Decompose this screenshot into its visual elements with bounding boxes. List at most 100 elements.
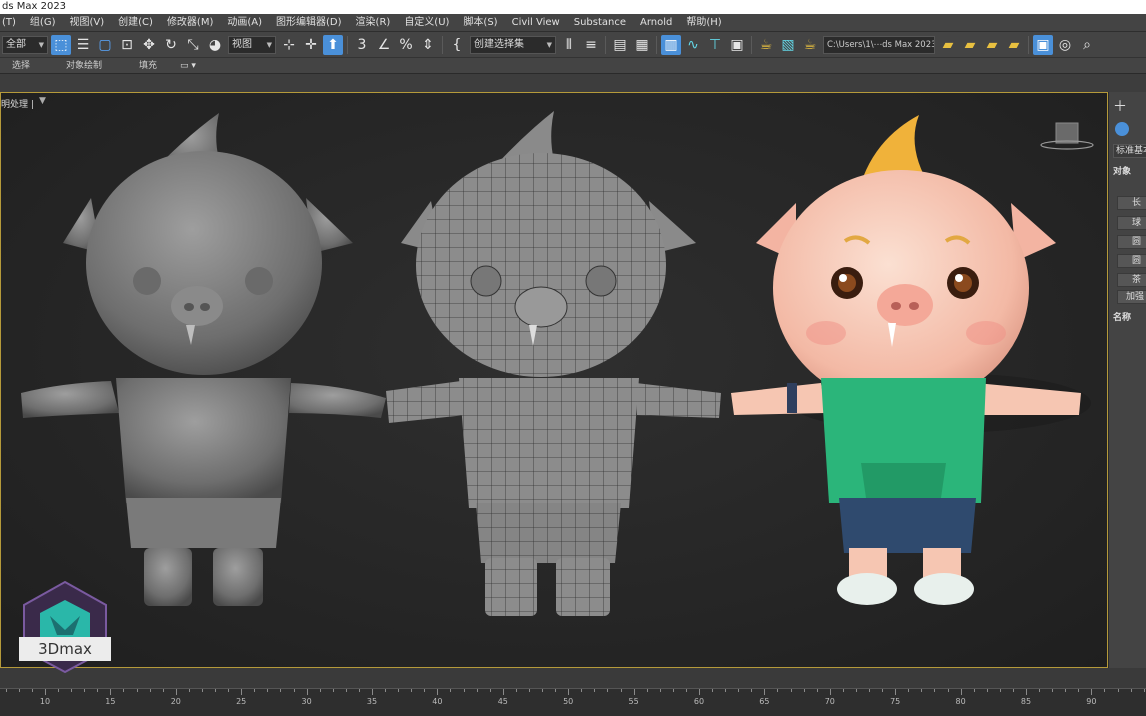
ribbon-tab-object-paint[interactable]: 对象绘制	[66, 58, 102, 74]
search-icon[interactable]: ⌕	[1077, 35, 1097, 55]
character-model-wireframe[interactable]	[386, 111, 721, 616]
timeline-tick	[215, 689, 217, 692]
character-model-smooth[interactable]	[21, 113, 386, 606]
menu-item-create[interactable]: 创建(C)	[111, 14, 160, 32]
save-icon[interactable]: ▣	[1033, 34, 1053, 55]
select-manipulate-icon[interactable]: ✛	[301, 35, 321, 55]
project-folder-icon[interactable]: ▰	[938, 35, 958, 55]
snaps-toggle-icon[interactable]: 3	[352, 35, 372, 55]
pivot-center-icon[interactable]: ⊹	[279, 35, 299, 55]
timeline-tick	[542, 689, 544, 692]
primitive-cylinder-button[interactable]: 圆	[1117, 235, 1146, 249]
rollout-object-type[interactable]: 对象	[1113, 164, 1131, 177]
timeline-tick	[1026, 689, 1027, 695]
rectangular-selection-icon[interactable]: ▢	[95, 35, 115, 55]
timeline-tick	[1065, 689, 1067, 692]
category-dropdown[interactable]: 标准基本	[1113, 144, 1146, 158]
menu-item-graph-editors[interactable]: 图形编辑器(D)	[269, 14, 349, 32]
spinner-snap-icon[interactable]: ⇕	[418, 35, 438, 55]
menu-item-civil-view[interactable]: Civil View	[505, 14, 567, 32]
enhanced-button[interactable]: 加强	[1117, 290, 1146, 304]
menu-item-group[interactable]: 组(G)	[23, 14, 63, 32]
keyboard-shortcut-override-icon[interactable]: ⬆	[323, 34, 343, 55]
menu-item-customize[interactable]: 自定义(U)	[397, 14, 456, 32]
primitive-sphere-button[interactable]: 球	[1117, 216, 1146, 230]
timeline-tick-label: 40	[432, 697, 443, 706]
create-tab-icon[interactable]: ＋	[1113, 96, 1127, 116]
edit-named-selection-icon[interactable]: {	[447, 35, 467, 55]
menu-item-scripting[interactable]: 脚本(S)	[456, 14, 504, 32]
menu-item-tools[interactable]: (T)	[0, 14, 23, 32]
scene-explorer-icon[interactable]: ▤	[610, 35, 630, 55]
select-rotate-icon[interactable]: ↻	[161, 35, 181, 55]
timeline-tick-label: 65	[759, 697, 770, 706]
character-model-textured[interactable]	[731, 115, 1091, 605]
menu-bar: (T) 组(G) 视图(V) 创建(C) 修改器(M) 动画(A) 图形编辑器(…	[0, 14, 1146, 32]
project-path-field[interactable]: C:\Users\1\⋯ds Max 2023	[823, 35, 935, 54]
reference-coord-dropdown[interactable]: 视图 ▼	[228, 35, 276, 54]
timeline-tick	[515, 689, 517, 692]
timeline-tick-label: 85	[1020, 697, 1032, 706]
window-crossing-icon[interactable]: ⊡	[117, 35, 137, 55]
material-editor-icon[interactable]: ▣	[727, 35, 747, 55]
timeline-tick	[594, 689, 596, 692]
render-production-icon[interactable]: ☕	[800, 35, 820, 55]
timeline-tick	[58, 689, 60, 692]
curve-editor-icon[interactable]: ∿	[683, 35, 703, 55]
toolbar-divider	[605, 35, 606, 54]
viewcube-icon[interactable]	[1040, 122, 1094, 150]
align-icon[interactable]: ≡	[581, 35, 601, 55]
menu-item-help[interactable]: 帮助(H)	[679, 14, 728, 32]
render-setup-icon[interactable]: ☕	[756, 35, 776, 55]
timeline-track[interactable]: 10 15 20 25 30 35 40 45 50 55 60 65 70 75 80 85 90	[0, 688, 1146, 716]
percent-snap-icon[interactable]: %	[396, 35, 416, 55]
select-move-icon[interactable]: ✥	[139, 35, 159, 55]
create-project-icon[interactable]: ▰	[982, 35, 1002, 55]
rendered-frame-window-icon[interactable]: ▧	[778, 35, 798, 55]
ribbon-tab-populate[interactable]: 填充	[139, 58, 157, 74]
perspective-viewport[interactable]: 明处理 | ▼	[0, 92, 1108, 668]
menu-item-substance[interactable]: Substance	[567, 14, 633, 32]
timeline-tick	[358, 689, 360, 692]
record-icon[interactable]: ◎	[1055, 35, 1075, 55]
timeline-tick	[424, 689, 426, 692]
layer-explorer-icon[interactable]: ▦	[632, 35, 652, 55]
timeline-tick	[319, 689, 321, 692]
select-by-name-icon[interactable]: ☰	[73, 35, 93, 55]
named-selection-dropdown[interactable]: 创建选择集 ▼	[470, 35, 556, 54]
timeline-tick	[385, 689, 387, 692]
watermark-label: 3Dmax	[19, 637, 111, 661]
angle-snap-icon[interactable]: ∠	[374, 35, 394, 55]
select-scale-icon[interactable]: ⤡	[183, 35, 203, 55]
timeline-tick	[672, 689, 674, 692]
timeline-tick	[842, 689, 844, 692]
create-default-project-icon[interactable]: ▰	[1004, 35, 1024, 55]
toolbar-divider	[656, 35, 657, 54]
primitive-teapot-button[interactable]: 茶	[1117, 273, 1146, 287]
menu-item-arnold[interactable]: Arnold	[633, 14, 679, 32]
schematic-view-icon[interactable]: ⊤	[705, 35, 725, 55]
rollout-name-color[interactable]: 名称	[1113, 310, 1131, 323]
menu-item-views[interactable]: 视图(V)	[62, 14, 111, 32]
ribbon-options-icon[interactable]: ▭ ▾	[180, 58, 196, 74]
timeline-tick	[476, 689, 478, 692]
timeline-tick	[463, 689, 465, 692]
timeline-tick	[659, 689, 661, 692]
primitive-torus-button[interactable]: 圆	[1117, 254, 1146, 268]
ribbon-tab-selection[interactable]: 选择	[12, 58, 30, 74]
menu-item-animation[interactable]: 动画(A)	[220, 14, 269, 32]
timeline-tick	[764, 689, 766, 695]
geometry-icon[interactable]	[1115, 122, 1129, 136]
timeline-tick-label: 35	[366, 697, 378, 706]
menu-item-rendering[interactable]: 渲染(R)	[349, 14, 398, 32]
timeline-tick	[699, 689, 700, 695]
placement-icon[interactable]: ◕	[205, 35, 225, 55]
primitive-box-button[interactable]: 长	[1117, 196, 1146, 210]
menu-item-modifiers[interactable]: 修改器(M)	[160, 14, 220, 32]
timeline-tick	[489, 689, 491, 692]
mirror-icon[interactable]: ⫴	[559, 35, 579, 55]
toggle-ribbon-icon[interactable]: ▥	[661, 34, 681, 55]
set-project-folder-icon[interactable]: ▰	[960, 35, 980, 55]
selection-filter-dropdown[interactable]: 全部 ▼	[2, 35, 48, 54]
select-object-icon[interactable]: ⬚	[51, 34, 71, 55]
